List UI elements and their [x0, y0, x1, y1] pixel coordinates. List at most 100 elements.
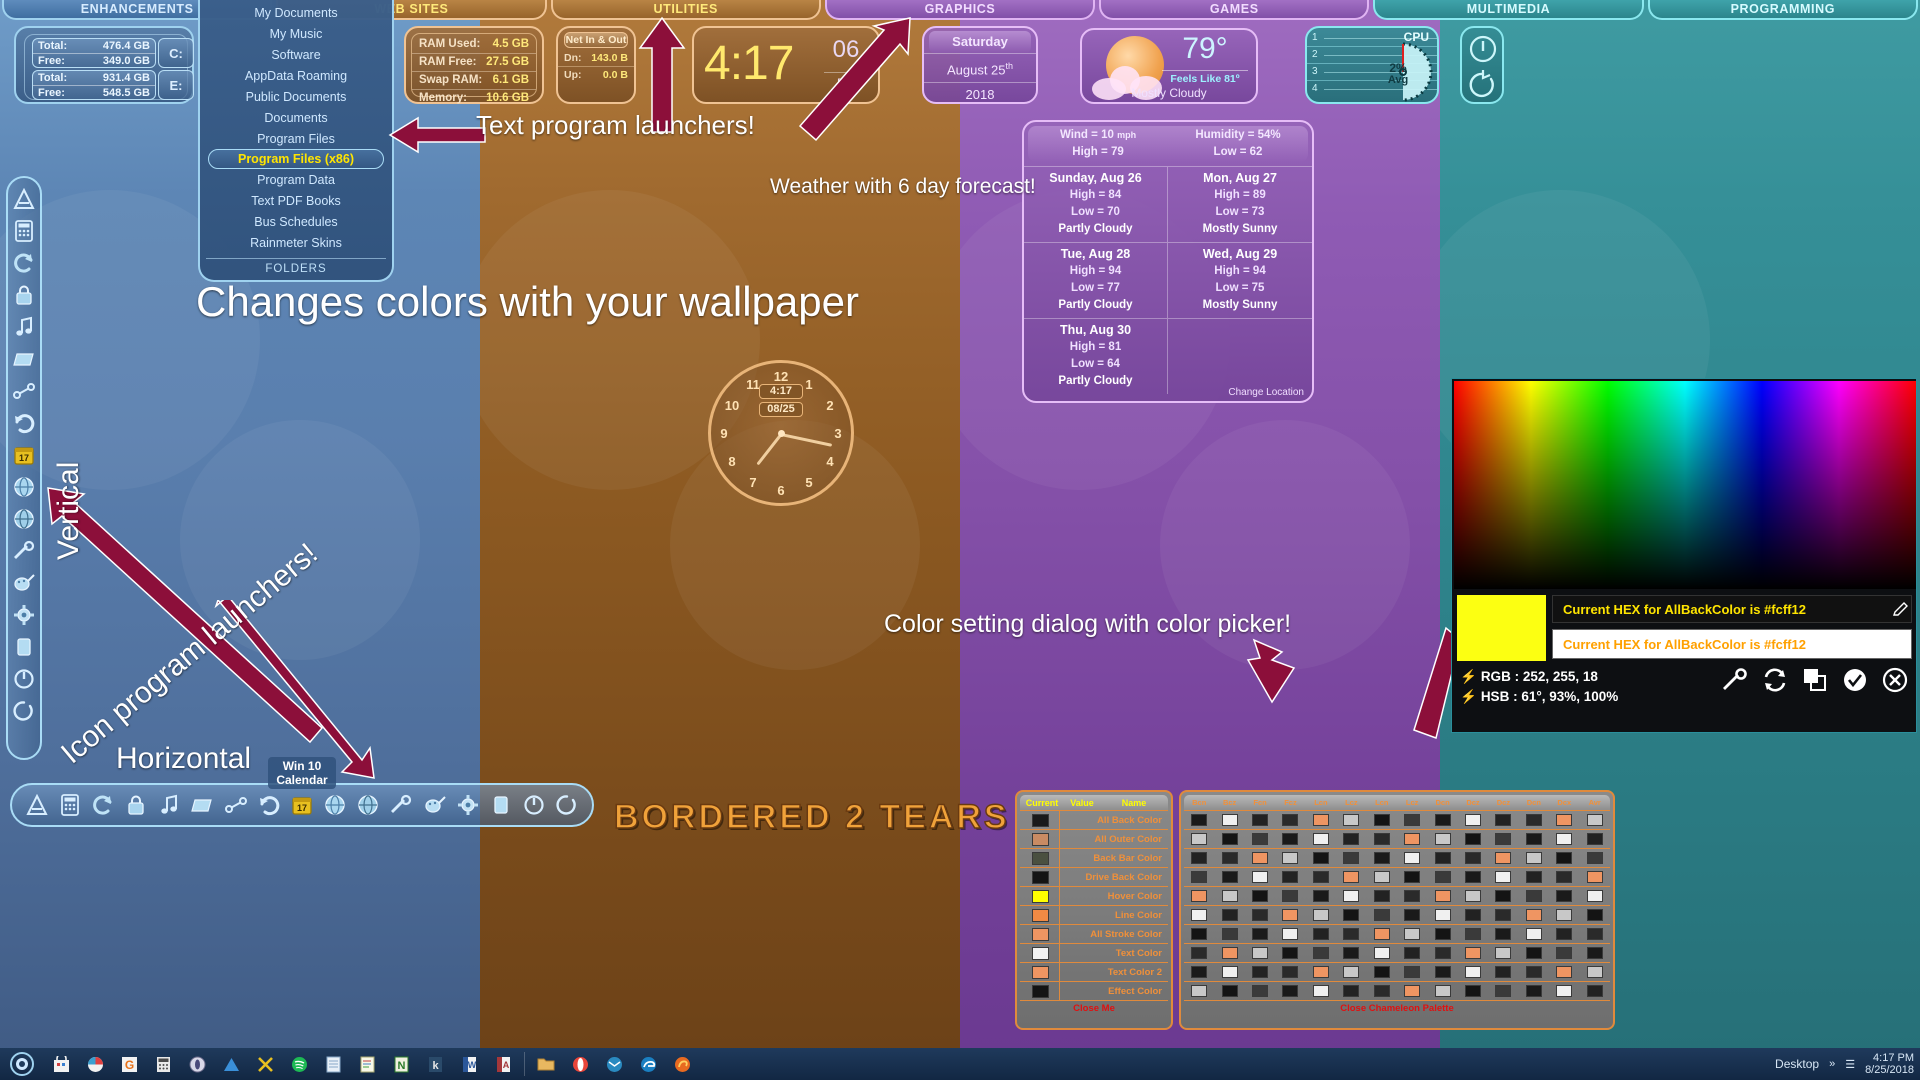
- palette-swatch[interactable]: [1519, 890, 1549, 902]
- color-picker-dialog[interactable]: Current HEX for AllBackColor is #fcff12 …: [1451, 378, 1917, 733]
- wifi-icon[interactable]: ☰: [1845, 1058, 1855, 1071]
- palette-swatch[interactable]: [1245, 890, 1275, 902]
- confirm-icon[interactable]: [1842, 667, 1868, 693]
- palette-swatch[interactable]: [1245, 833, 1275, 845]
- palette-swatch[interactable]: [1306, 852, 1336, 864]
- firefox-icon[interactable]: [665, 1050, 699, 1078]
- palette-swatch[interactable]: [1275, 890, 1305, 902]
- color-settings-dialog[interactable]: Current Value Name All Back Color All Ou…: [1015, 790, 1615, 1030]
- category-tab-games[interactable]: GAMES: [1099, 0, 1370, 20]
- palette-swatch[interactable]: [1458, 928, 1488, 940]
- palette-swatch[interactable]: [1214, 833, 1244, 845]
- palette-swatch[interactable]: [1275, 966, 1305, 978]
- power-icon[interactable]: [520, 790, 548, 820]
- tools-icon[interactable]: [248, 1050, 282, 1078]
- close-chameleon-palette-button[interactable]: Close Chameleon Palette: [1184, 1001, 1610, 1017]
- palette-swatch[interactable]: [1336, 947, 1366, 959]
- edge-icon[interactable]: [631, 1050, 665, 1078]
- palette-swatch[interactable]: [1458, 909, 1488, 921]
- restart-icon[interactable]: [553, 790, 581, 820]
- globe-icon[interactable]: [10, 472, 38, 502]
- palette-swatch[interactable]: [1184, 966, 1214, 978]
- palette-swatch[interactable]: [1336, 985, 1366, 997]
- palette-swatch[interactable]: [1275, 909, 1305, 921]
- palette-grid[interactable]: [1184, 811, 1610, 1001]
- palette-swatch[interactable]: [1306, 814, 1336, 826]
- palette-swatch[interactable]: [1397, 833, 1427, 845]
- palette-row[interactable]: [1184, 963, 1610, 982]
- tray-overflow-button[interactable]: »: [1829, 1058, 1835, 1070]
- close-me-button[interactable]: Close Me: [1020, 1001, 1168, 1017]
- palette-swatch[interactable]: [1458, 985, 1488, 997]
- folder-item-bus-schedules[interactable]: Bus Schedules: [200, 211, 392, 232]
- link-icon[interactable]: [10, 376, 38, 406]
- palette-swatch[interactable]: [1275, 985, 1305, 997]
- palette-swatch[interactable]: [1184, 852, 1214, 864]
- power-icon[interactable]: [1468, 34, 1498, 64]
- edit-icon[interactable]: [1892, 601, 1910, 624]
- palette-swatch[interactable]: [1488, 890, 1518, 902]
- drive-row-e[interactable]: Total: 931.4 GB Free: 548.5 GB: [32, 70, 156, 100]
- color-settings-row[interactable]: Back Bar Color: [1020, 848, 1168, 868]
- palette-swatch[interactable]: [1367, 985, 1397, 997]
- palette-swatch[interactable]: [1549, 909, 1579, 921]
- palette-swatch[interactable]: [1397, 985, 1427, 997]
- color-picker-hex-input[interactable]: Current HEX for AllBackColor is #fcff12: [1552, 629, 1912, 659]
- lock-icon[interactable]: [122, 790, 150, 820]
- palette-swatch[interactable]: [1579, 833, 1609, 845]
- palette-swatch[interactable]: [1245, 947, 1275, 959]
- palette-swatch[interactable]: [1427, 909, 1457, 921]
- folder-item-software[interactable]: Software: [200, 44, 392, 65]
- close-icon[interactable]: [1882, 667, 1908, 693]
- palette-swatch[interactable]: [1427, 871, 1457, 883]
- folder-launcher-menu[interactable]: My Documents My Music Software AppData R…: [198, 0, 394, 282]
- palette-swatch[interactable]: [1488, 909, 1518, 921]
- palette-swatch[interactable]: [1214, 871, 1244, 883]
- palette-swatch[interactable]: [1427, 890, 1457, 902]
- triangle-icon[interactable]: [23, 790, 51, 820]
- palette-swatch[interactable]: [1306, 833, 1336, 845]
- palette-swatch[interactable]: [1214, 966, 1244, 978]
- palette-swatch[interactable]: [1579, 966, 1609, 978]
- folder-item-my-music[interactable]: My Music: [200, 23, 392, 44]
- palette-swatch[interactable]: [1549, 890, 1579, 902]
- spotify-icon[interactable]: [282, 1050, 316, 1078]
- palette-swatch[interactable]: [1245, 928, 1275, 940]
- music-note-icon[interactable]: [10, 312, 38, 342]
- globe2-icon[interactable]: [10, 504, 38, 534]
- paint-icon[interactable]: [10, 568, 38, 598]
- palette-swatch[interactable]: [1367, 833, 1397, 845]
- color-settings-row[interactable]: Text Color: [1020, 943, 1168, 963]
- tray-clock[interactable]: 4:17 PM 8/25/2018: [1865, 1052, 1914, 1076]
- palette-swatch[interactable]: [1245, 871, 1275, 883]
- palette-swatch[interactable]: [1184, 909, 1214, 921]
- palette-swatch[interactable]: [1519, 928, 1549, 940]
- folder-icon[interactable]: [188, 790, 216, 820]
- gear-icon[interactable]: [454, 790, 482, 820]
- palette-swatch[interactable]: [1245, 852, 1275, 864]
- palette-swatch[interactable]: [1579, 852, 1609, 864]
- category-tab-multimedia[interactable]: MULTIMEDIA: [1373, 0, 1644, 20]
- palette-swatch[interactable]: [1275, 947, 1305, 959]
- link-icon[interactable]: [222, 790, 250, 820]
- calculator-icon[interactable]: [146, 1050, 180, 1078]
- palette-swatch[interactable]: [1184, 890, 1214, 902]
- palette-swatch[interactable]: [1549, 852, 1579, 864]
- palette-swatch[interactable]: [1184, 871, 1214, 883]
- palette-swatch[interactable]: [1427, 985, 1457, 997]
- globe2-icon[interactable]: [354, 790, 382, 820]
- palette-swatch[interactable]: [1397, 928, 1427, 940]
- store-icon[interactable]: [44, 1050, 78, 1078]
- eyedropper-icon[interactable]: [1722, 667, 1748, 693]
- editor-icon[interactable]: [350, 1050, 384, 1078]
- color-settings-row[interactable]: All Outer Color: [1020, 829, 1168, 849]
- drive-letter-e[interactable]: E:: [158, 70, 194, 100]
- palette-swatch[interactable]: [1306, 985, 1336, 997]
- eyedropper-icon[interactable]: [387, 790, 415, 820]
- palette-swatch[interactable]: [1245, 985, 1275, 997]
- drive-row-c[interactable]: Total: 476.4 GB Free: 349.0 GB: [32, 38, 156, 68]
- palette-swatch[interactable]: [1367, 871, 1397, 883]
- palette-swatch[interactable]: [1488, 947, 1518, 959]
- palette-swatch[interactable]: [1519, 947, 1549, 959]
- palette-swatch[interactable]: [1306, 871, 1336, 883]
